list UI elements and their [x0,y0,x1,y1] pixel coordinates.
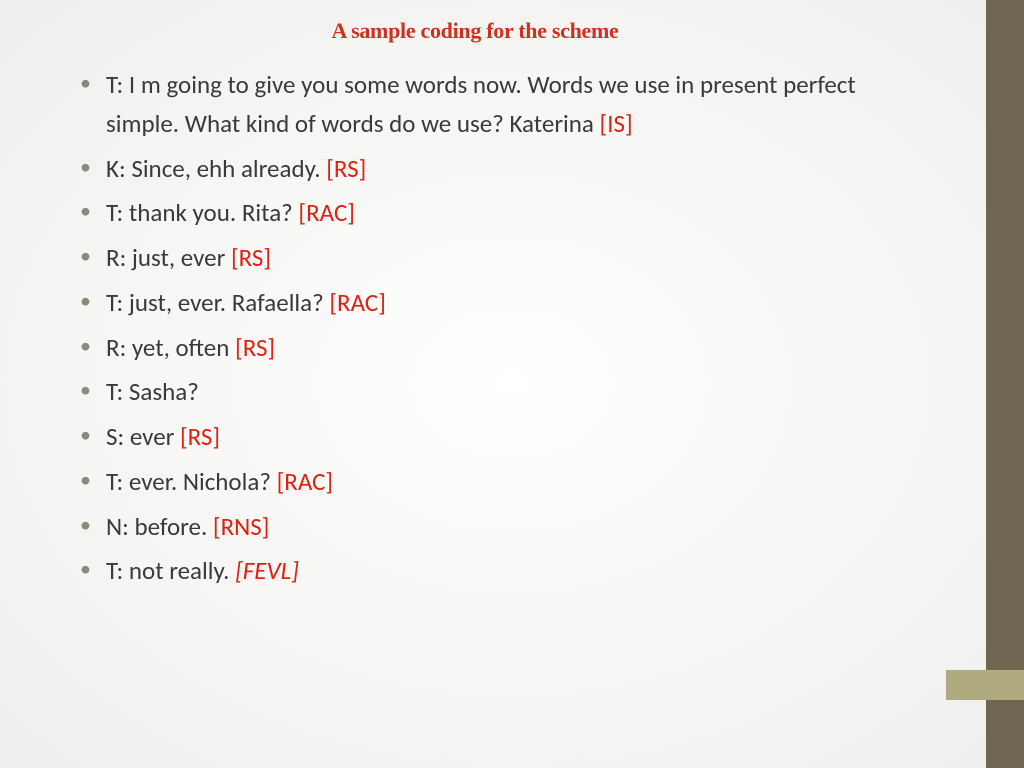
slide-content: A sample coding for the scheme T: I m go… [0,0,960,591]
item-code: [RAC] [277,466,334,497]
decorative-accent [946,670,1024,700]
item-text: T: ever. Nichola? [106,466,277,497]
item-code: [RNS] [213,511,270,542]
list-item: K: Since, ehh already. [RS] [80,150,870,189]
item-text: R: just, ever [106,242,231,273]
list-item: T: ever. Nichola? [RAC] [80,463,870,502]
item-code: [RS] [180,421,220,452]
bullet-list: T: I m going to give you some words now.… [80,66,870,591]
item-code: [RS] [231,242,271,273]
item-code: [IS] [600,108,633,139]
item-text: S: ever [106,421,180,452]
item-code: [RS] [235,332,275,363]
list-item: T: Sasha? [80,373,870,412]
list-item: T: just, ever. Rafaella? [RAC] [80,284,870,323]
slide-title: A sample coding for the scheme [80,18,870,44]
list-item: S: ever [RS] [80,418,870,457]
item-text: T: thank you. Rita? [106,197,298,228]
list-item: T: thank you. Rita? [RAC] [80,194,870,233]
item-text: R: yet, often [106,332,235,363]
decorative-sidebar [986,0,1024,768]
item-code: [RS] [326,153,366,184]
item-text: T: I m going to give you some words now.… [106,69,856,139]
item-text: T: just, ever. Rafaella? [106,287,329,318]
item-code: [FEVL] [235,555,299,586]
item-text: T: Sasha? [106,376,199,407]
list-item: R: yet, often [RS] [80,329,870,368]
list-item: R: just, ever [RS] [80,239,870,278]
item-text: T: not really. [106,555,235,586]
list-item: T: not really. [FEVL] [80,552,870,591]
item-code: [RAC] [329,287,386,318]
list-item: N: before. [RNS] [80,508,870,547]
item-text: K: Since, ehh already. [106,153,326,184]
item-text: N: before. [106,511,213,542]
item-code: [RAC] [298,197,355,228]
list-item: T: I m going to give you some words now.… [80,66,870,144]
